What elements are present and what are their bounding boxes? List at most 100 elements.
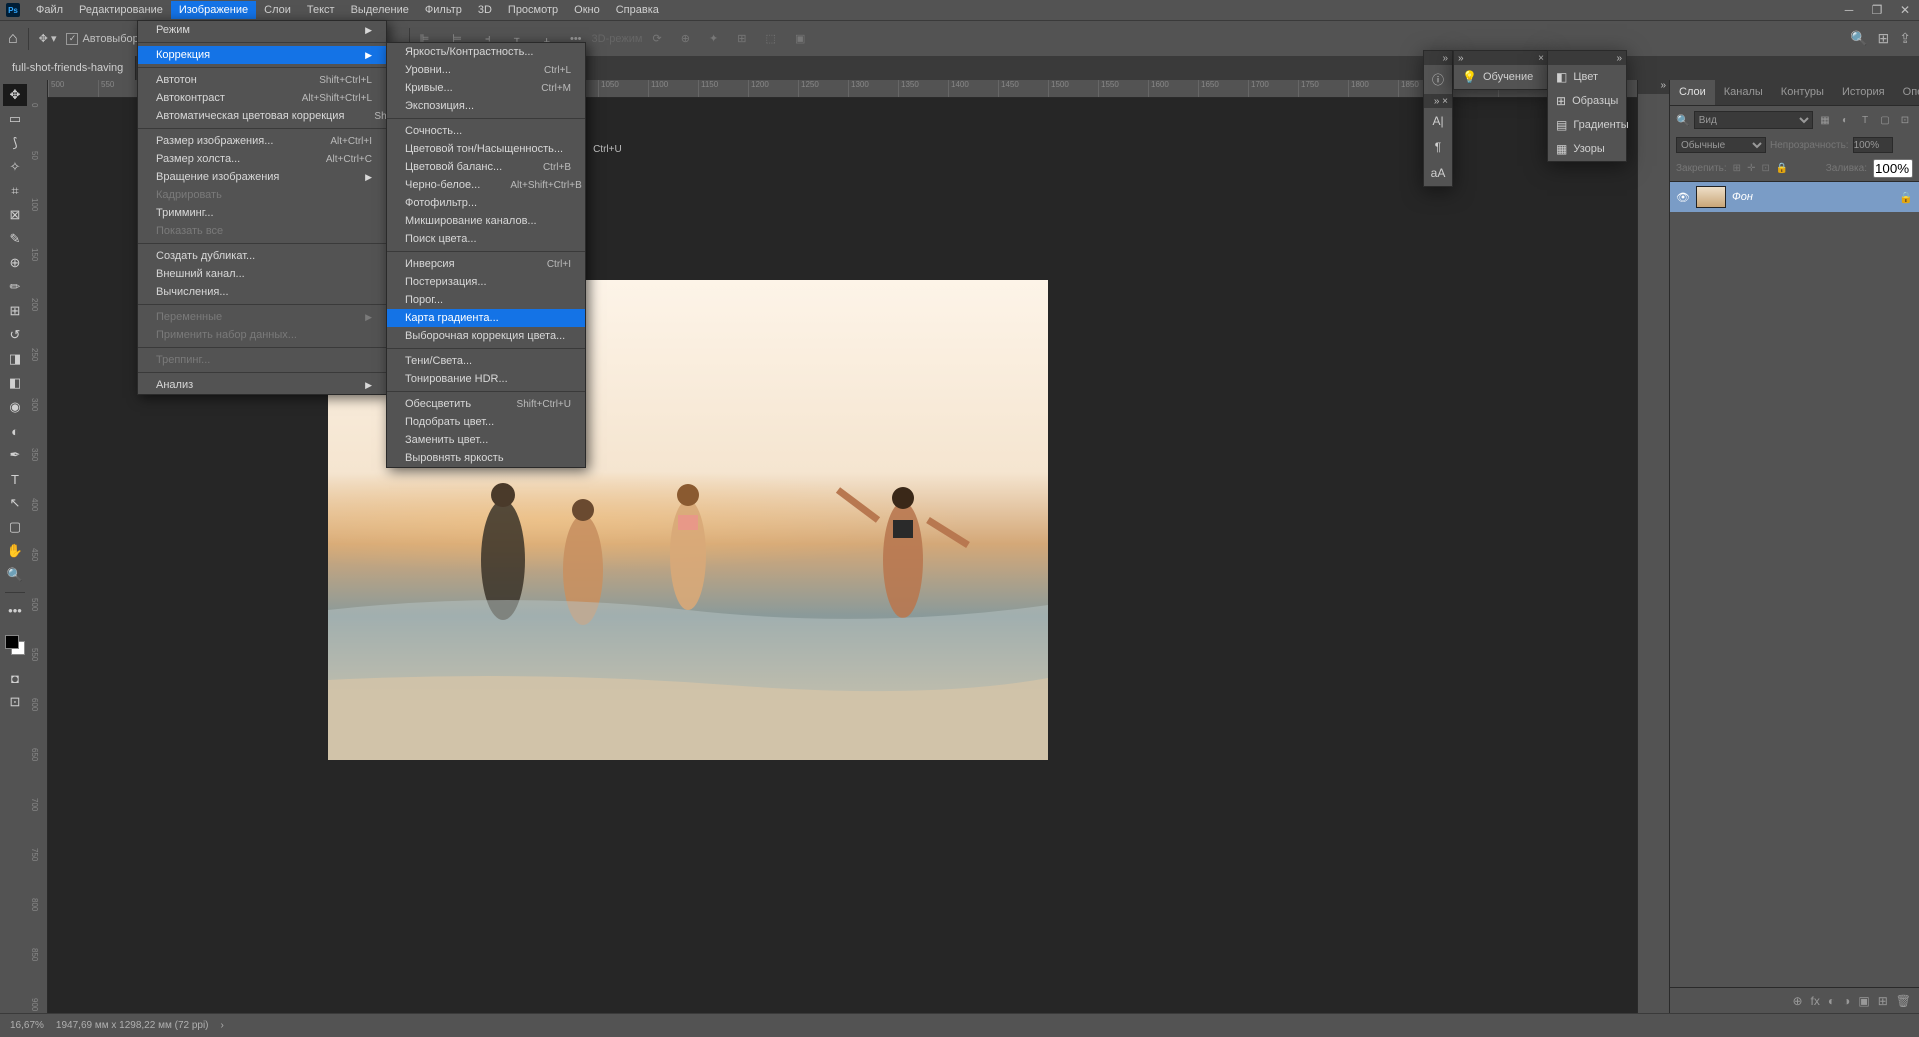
lock-pixels-icon[interactable]: ⊞ xyxy=(1733,163,1741,174)
opacity-input[interactable] xyxy=(1853,137,1893,153)
menu-item[interactable]: Выборочная коррекция цвета... xyxy=(387,327,585,345)
frame-tool[interactable]: ⊠ xyxy=(3,204,27,226)
mask-icon[interactable]: ◐ xyxy=(1828,994,1835,1008)
menu-item[interactable]: Размер холста...Alt+Ctrl+C xyxy=(138,150,386,168)
doc-dimensions[interactable]: 1947,69 мм x 1298,22 мм (72 ppi) xyxy=(56,1020,209,1031)
filter-adjust-icon[interactable]: ◐ xyxy=(1837,112,1853,128)
menu-3d[interactable]: 3D xyxy=(470,1,500,19)
menu-item[interactable]: Размер изображения...Alt+Ctrl+I xyxy=(138,132,386,150)
info-icon[interactable]: ⓘ xyxy=(1432,71,1444,88)
color-panel-row[interactable]: ◧Цвет xyxy=(1548,65,1626,89)
menu-item[interactable]: Черно-белое...Alt+Shift+Ctrl+B xyxy=(387,176,585,194)
menu-item[interactable]: Постеризация... xyxy=(387,273,585,291)
panel-tab-3[interactable]: История xyxy=(1833,80,1894,105)
delete-layer-icon[interactable]: 🗑 xyxy=(1896,994,1911,1008)
menu-item[interactable]: Фотофильтр... xyxy=(387,194,585,212)
eyedropper-tool[interactable]: ✎ xyxy=(3,228,27,250)
gradient-tool[interactable]: ◧ xyxy=(3,372,27,394)
share-icon[interactable]: ⇪ xyxy=(1899,30,1911,47)
heal-tool[interactable]: ⊕ xyxy=(3,252,27,274)
group-icon[interactable]: ▣ xyxy=(1858,994,1869,1008)
layer-filter-type[interactable]: Вид xyxy=(1694,111,1813,129)
home-button[interactable]: ⌂ xyxy=(8,30,18,48)
crop-tool[interactable]: ⌗ xyxy=(3,180,27,202)
menu-item[interactable]: Вычисления... xyxy=(138,283,386,301)
minimize-button[interactable]: ─ xyxy=(1835,3,1863,17)
color-panel-row[interactable]: ▤Градиенты xyxy=(1548,113,1626,137)
menu-справка[interactable]: Справка xyxy=(608,1,667,19)
collapse-icon[interactable]: » xyxy=(1616,53,1622,64)
float-panel-color[interactable]: » ◧Цвет⊞Образцы▤Градиенты▦Узоры xyxy=(1547,50,1627,162)
status-chevron-icon[interactable]: › xyxy=(221,1020,224,1031)
color-panel-row[interactable]: ▦Узоры xyxy=(1548,137,1626,161)
marquee-tool[interactable]: ▭ xyxy=(3,108,27,130)
search-icon[interactable]: 🔍 xyxy=(1850,30,1867,47)
menu-item[interactable]: Автоматическая цветовая коррекцияShift+C… xyxy=(138,107,386,125)
char-icon[interactable]: A| xyxy=(1432,114,1443,128)
menu-item[interactable]: Анализ▶ xyxy=(138,376,386,394)
lock-position-icon[interactable]: ✛ xyxy=(1747,163,1755,174)
menu-item[interactable]: Вращение изображения▶ xyxy=(138,168,386,186)
close-icon[interactable]: × xyxy=(1538,53,1544,64)
learn-row[interactable]: 💡Обучение xyxy=(1454,65,1548,89)
adjustment-icon[interactable]: ◑ xyxy=(1843,994,1850,1008)
menu-item[interactable]: Микширование каналов... xyxy=(387,212,585,230)
document-tab[interactable]: full-shot-friends-having xyxy=(0,56,136,80)
menu-item[interactable]: АвтотонShift+Ctrl+L xyxy=(138,71,386,89)
fill-input[interactable] xyxy=(1873,159,1913,178)
menu-item[interactable]: Тримминг... xyxy=(138,204,386,222)
shape-tool[interactable]: ▢ xyxy=(3,516,27,538)
menu-item[interactable]: Тонирование HDR... xyxy=(387,370,585,388)
menu-окно[interactable]: Окно xyxy=(566,1,608,19)
menu-item[interactable]: Уровни...Ctrl+L xyxy=(387,61,585,79)
dodge-tool[interactable]: ◐ xyxy=(3,420,27,442)
layer-row[interactable]: 👁 Фон 🔒 xyxy=(1670,182,1919,212)
menu-item[interactable]: Коррекция▶ xyxy=(138,46,386,64)
menu-item[interactable]: Заменить цвет... xyxy=(387,431,585,449)
pen-tool[interactable]: ✒ xyxy=(3,444,27,466)
panel-tab-2[interactable]: Контуры xyxy=(1772,80,1833,105)
menu-выделение[interactable]: Выделение xyxy=(343,1,417,19)
filter-icon[interactable]: 🔍 xyxy=(1676,114,1690,127)
collapse-icon[interactable]: » × xyxy=(1434,96,1448,107)
edit-toolbar[interactable]: ••• xyxy=(3,599,27,621)
panel-tab-0[interactable]: Слои xyxy=(1670,80,1715,105)
panel-tab-4[interactable]: Операции xyxy=(1894,80,1919,105)
move-tool[interactable]: ✥ xyxy=(3,84,27,106)
close-button[interactable]: ✕ xyxy=(1891,3,1919,17)
menu-слои[interactable]: Слои xyxy=(256,1,299,19)
menu-item[interactable]: Сочность... xyxy=(387,122,585,140)
menu-редактирование[interactable]: Редактирование xyxy=(71,1,171,19)
float-panel-learn[interactable]: »× 💡Обучение xyxy=(1453,50,1549,90)
layer-thumbnail[interactable] xyxy=(1696,186,1726,208)
path-tool[interactable]: ↖ xyxy=(3,492,27,514)
filter-pixel-icon[interactable]: ▦ xyxy=(1817,112,1833,128)
float-panel-icons[interactable]: » ⓘ » × A| ¶ aA xyxy=(1423,50,1453,187)
menu-item[interactable]: Экспозиция... xyxy=(387,97,585,115)
filter-shape-icon[interactable]: ▢ xyxy=(1877,112,1893,128)
hand-tool[interactable]: ✋ xyxy=(3,540,27,562)
menu-item[interactable]: ОбесцветитьShift+Ctrl+U xyxy=(387,395,585,413)
maximize-button[interactable]: ❐ xyxy=(1863,3,1891,17)
menu-item[interactable]: Создать дубликат... xyxy=(138,247,386,265)
new-layer-icon[interactable]: ⊞ xyxy=(1878,994,1888,1008)
menu-item[interactable]: Порог... xyxy=(387,291,585,309)
visibility-icon[interactable]: 👁 xyxy=(1676,191,1690,204)
zoom-tool[interactable]: 🔍 xyxy=(3,564,27,586)
panel-tab-1[interactable]: Каналы xyxy=(1715,80,1772,105)
eraser-tool[interactable]: ◨ xyxy=(3,348,27,370)
autoselect-checkbox[interactable]: ✓ Автовыбор xyxy=(66,33,138,45)
screenmode-tool[interactable]: ⊡ xyxy=(3,691,27,713)
menu-item[interactable]: ИнверсияCtrl+I xyxy=(387,255,585,273)
link-layers-icon[interactable]: ⊕ xyxy=(1792,994,1802,1008)
menu-item[interactable]: Цветовой баланс...Ctrl+B xyxy=(387,158,585,176)
menu-item[interactable]: АвтоконтрастAlt+Shift+Ctrl+L xyxy=(138,89,386,107)
color-panel-row[interactable]: ⊞Образцы xyxy=(1548,89,1626,113)
workspace-icon[interactable]: ⊞ xyxy=(1878,30,1890,47)
lock-artboard-icon[interactable]: ⊡ xyxy=(1761,163,1769,174)
blur-tool[interactable]: ◉ xyxy=(3,396,27,418)
glyph-icon[interactable]: aA xyxy=(1431,166,1446,180)
wand-tool[interactable]: ✧ xyxy=(3,156,27,178)
collapse-icon[interactable]: » xyxy=(1442,53,1448,64)
fx-icon[interactable]: fx xyxy=(1811,994,1820,1008)
